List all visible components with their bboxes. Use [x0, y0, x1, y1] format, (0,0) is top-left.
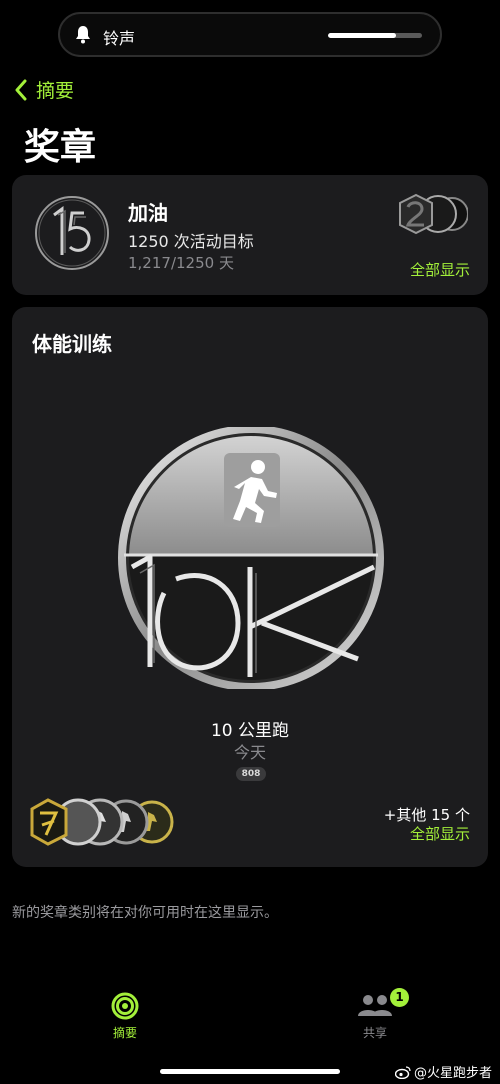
tab-summary-label: 摘要 [112, 1026, 137, 1040]
tab-share[interactable]: 1 共享 [335, 988, 415, 1041]
tab-summary[interactable]: 摘要 [85, 992, 165, 1041]
home-indicator[interactable] [160, 1069, 340, 1074]
workout-awards-stack-icon[interactable] [30, 797, 178, 847]
workouts-card: 体能训练 10 公里跑 今天 808 +其他 15 个 全部显示 [12, 307, 488, 867]
featured-award-name: 加油 [128, 201, 168, 225]
volume-bar [328, 33, 422, 38]
award-count-badge: 808 [236, 767, 266, 781]
chevron-left-icon [15, 79, 27, 100]
back-button[interactable]: 摘要 [14, 76, 74, 103]
featured-award-description: 1250 次活动目标 [128, 232, 254, 251]
more-awards-count: +其他 15 个 [383, 806, 470, 824]
watermark-text: @火星跑步者 [413, 1066, 492, 1081]
ringer-notification: 铃声 [58, 12, 442, 57]
footer-note: 新的奖章类别将在对你可用时在这里显示。 [12, 905, 278, 921]
watermark: @火星跑步者 [394, 1062, 492, 1081]
weibo-logo-icon [394, 1065, 411, 1079]
back-label: 摘要 [36, 80, 75, 102]
featured-award-progress: 1,217/1250 天 [128, 254, 234, 272]
10k-run-medal-icon[interactable] [112, 427, 390, 689]
page-title: 奖章 [24, 127, 97, 168]
award-name: 10 公里跑 [210, 721, 290, 741]
activity-rings-icon [111, 992, 139, 1020]
people-icon [358, 995, 392, 1016]
award-stack-icon [399, 193, 468, 235]
featured-award-card[interactable]: 加油 1250 次活动目标 1,217/1250 天 全部显示 [12, 175, 488, 295]
award-date: 今天 [233, 743, 266, 762]
workouts-section-title: 体能训练 [32, 332, 112, 356]
workouts-show-all-link[interactable]: 全部显示 [410, 823, 470, 844]
ringer-label: 铃声 [103, 29, 136, 48]
bell-icon [76, 26, 90, 44]
featured-show-all-link[interactable]: 全部显示 [410, 259, 470, 280]
share-notification-badge: 1 [390, 988, 409, 1007]
award-1250-badge-icon [35, 196, 109, 270]
volume-fill [328, 33, 396, 38]
tab-share-label: 共享 [362, 1026, 387, 1040]
